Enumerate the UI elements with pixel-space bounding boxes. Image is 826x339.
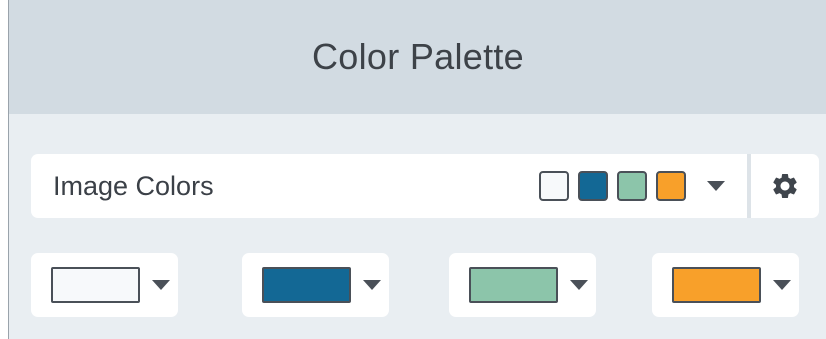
preview-swatch-blue [578, 171, 608, 201]
triangle-down-icon [363, 280, 381, 290]
color-palette-panel: Color Palette Image Colors [8, 0, 826, 339]
panel-header: Color Palette [9, 0, 826, 114]
color-button-orange[interactable] [652, 253, 799, 317]
gear-icon [773, 174, 797, 198]
color-swatch-blue [262, 267, 351, 303]
panel-title: Color Palette [311, 36, 524, 77]
color-button-white[interactable] [31, 253, 178, 317]
triangle-down-icon [152, 280, 170, 290]
color-swatch-orange [672, 267, 761, 303]
palette-settings-button[interactable] [751, 154, 819, 218]
color-button-green[interactable] [449, 253, 596, 317]
color-buttons [31, 253, 819, 317]
palette-dropdown[interactable]: Image Colors [31, 154, 747, 218]
color-swatch-green [469, 267, 558, 303]
preview-swatch-orange [656, 171, 686, 201]
palette-selector-row: Image Colors [31, 154, 819, 218]
palette-preview [539, 154, 725, 218]
preview-swatch-white [539, 171, 569, 201]
palette-dropdown-label: Image Colors [53, 170, 214, 201]
color-button-blue[interactable] [242, 253, 389, 317]
triangle-down-icon [773, 280, 791, 290]
color-swatch-white [51, 267, 140, 303]
triangle-down-icon [707, 181, 725, 191]
preview-swatch-green [617, 171, 647, 201]
triangle-down-icon [570, 280, 588, 290]
